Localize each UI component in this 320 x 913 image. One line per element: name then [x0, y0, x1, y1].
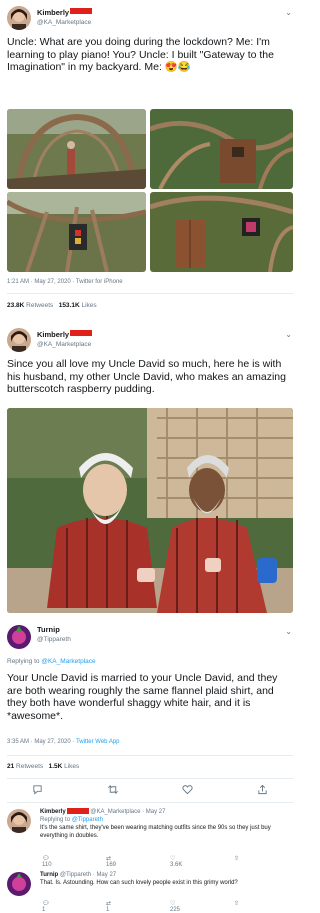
- tweet-text: Since you all love my Uncle David so muc…: [7, 358, 286, 395]
- engagement-stats: 21 Retweets 1.5K Likes: [7, 763, 79, 770]
- reply-2-avatar-wrap: [7, 872, 31, 896]
- reply-1-actions: 💬︎ 110 ⇄ 169 ♡ 3.6K ⇧: [42, 855, 272, 868]
- display-name[interactable]: Turnip: [40, 872, 58, 878]
- reply-action[interactable]: 💬︎ 110: [42, 855, 106, 868]
- photo-gate-3[interactable]: [7, 192, 146, 272]
- like-count[interactable]: 153.1K: [59, 302, 80, 309]
- handle[interactable]: @Tippareth: [37, 635, 71, 645]
- likes-label: Likes: [81, 302, 97, 309]
- avatar[interactable]: [7, 809, 31, 833]
- avatar[interactable]: [7, 625, 31, 649]
- divider: [7, 802, 293, 803]
- reply-text: It's the same shirt, they've been wearin…: [40, 825, 271, 839]
- display-name[interactable]: Turnip: [37, 625, 71, 635]
- retweet-count[interactable]: 21: [7, 763, 14, 770]
- retweet-count[interactable]: 23.8K: [7, 302, 24, 309]
- reply-2-body: Turnip @Tippareth · May 27 That. Is. Ast…: [40, 871, 290, 887]
- share-icon[interactable]: [257, 784, 268, 797]
- like-count: 225: [170, 907, 181, 913]
- handle[interactable]: @KA_Marketplace: [37, 18, 92, 28]
- handle-date[interactable]: @Tippareth · May 27: [60, 872, 116, 878]
- timestamp[interactable]: 1:21 AM · May 27, 2020 · Twitter for iPh…: [7, 279, 123, 285]
- reply-1: Kimberly @KA_Marketplace · May 27 Replyi…: [0, 802, 300, 868]
- avatar[interactable]: [7, 872, 31, 896]
- retweets-label: Retweets: [26, 302, 54, 309]
- like-icon: ♡: [170, 901, 176, 907]
- handle[interactable]: @KA_Marketplace: [37, 340, 92, 350]
- retweet-icon[interactable]: [107, 784, 119, 797]
- replying-to: Replying to @Tippareth: [40, 816, 290, 824]
- redaction-bar: [66, 808, 89, 815]
- reply-action[interactable]: 💬︎ 1: [42, 900, 106, 913]
- tweet-text: Your Uncle David is married to your Uncl…: [7, 672, 278, 722]
- retweet-icon: ⇄: [106, 901, 112, 907]
- reply-count: 1: [42, 907, 46, 913]
- retweet-action[interactable]: ⇄ 169: [106, 855, 170, 868]
- reply-icon[interactable]: [32, 784, 43, 797]
- photo-uncles[interactable]: [7, 408, 293, 613]
- reply-icon: 💬︎: [42, 856, 50, 862]
- engagement-stats: 23.8K Retweets 153.1K Likes: [7, 302, 97, 309]
- avatar[interactable]: [7, 6, 31, 30]
- reply-1-body: Kimberly @KA_Marketplace · May 27 Replyi…: [40, 808, 290, 840]
- replying-prefix: Replying to: [7, 658, 40, 665]
- retweet-count: 1: [106, 907, 110, 913]
- like-icon: ♡: [170, 856, 176, 862]
- tweet-1: Kimberly @KA_Marketplace ⌄ Uncle: What a…: [0, 0, 300, 318]
- like-count[interactable]: 1.5K: [49, 763, 63, 770]
- like-action[interactable]: ♡ 3.6K: [170, 855, 234, 868]
- reply-2-actions: 💬︎ 1 ⇄ 1 ♡ 225 ⇧: [42, 900, 272, 913]
- chevron-down-icon[interactable]: ⌄: [285, 627, 292, 636]
- replying-handle[interactable]: @Tippareth: [72, 817, 103, 823]
- source-link[interactable]: Twitter Web App: [76, 739, 120, 745]
- divider: [7, 755, 293, 756]
- photo-gate-2[interactable]: [150, 109, 293, 189]
- reply-1-avatar-wrap: [7, 809, 31, 833]
- retweet-icon: ⇄: [106, 856, 112, 862]
- tweet-text: Uncle: What are you doing during the loc…: [7, 36, 274, 73]
- replying-handle[interactable]: @KA_Marketplace: [41, 658, 95, 665]
- like-action[interactable]: ♡ 225: [170, 900, 234, 913]
- photo-gate-1[interactable]: [7, 109, 146, 189]
- reply-icon: 💬︎: [42, 901, 50, 907]
- redaction-bar: [70, 329, 93, 336]
- display-name[interactable]: Kimberly: [40, 809, 66, 815]
- tweet-3-header: Turnip @Tippareth: [7, 625, 71, 649]
- divider: [7, 778, 293, 779]
- likes-label: Likes: [64, 763, 80, 770]
- tweet-2-header: Kimberly @KA_Marketplace: [7, 328, 93, 352]
- redaction-bar: [70, 7, 93, 14]
- share-icon[interactable]: ⇧: [234, 900, 272, 913]
- chevron-down-icon[interactable]: ⌄: [285, 330, 292, 339]
- retweets-label: Retweets: [16, 763, 44, 770]
- action-bar: [0, 784, 300, 797]
- replying-to: Replying to @KA_Marketplace: [7, 658, 96, 665]
- display-name[interactable]: Kimberly: [37, 8, 69, 17]
- timestamp-text[interactable]: 3:35 AM · May 27, 2020 ·: [7, 739, 76, 745]
- handle-date[interactable]: @KA_Marketplace · May 27: [90, 809, 165, 815]
- timestamp: 3:35 AM · May 27, 2020 · Twitter Web App: [7, 739, 120, 745]
- retweet-action[interactable]: ⇄ 1: [106, 900, 170, 913]
- display-name[interactable]: Kimberly: [37, 330, 69, 339]
- divider: [7, 293, 293, 294]
- tweet-3: Turnip @Tippareth ⌄ Replying to @KA_Mark…: [0, 620, 300, 800]
- avatar[interactable]: [7, 328, 31, 352]
- replying-prefix: Replying to: [40, 817, 71, 823]
- photo-gate-4[interactable]: [150, 192, 293, 272]
- tweet-1-header: Kimberly @KA_Marketplace: [7, 6, 93, 30]
- reply-text: That. Is. Astounding. How can such lovel…: [40, 880, 238, 886]
- share-icon[interactable]: ⇧: [234, 855, 272, 868]
- chevron-down-icon[interactable]: ⌄: [285, 8, 292, 17]
- reply-2: Turnip @Tippareth · May 27 That. Is. Ast…: [0, 868, 300, 913]
- tweet-2: Kimberly @KA_Marketplace ⌄ Since you all…: [0, 322, 300, 620]
- like-icon[interactable]: [182, 784, 193, 797]
